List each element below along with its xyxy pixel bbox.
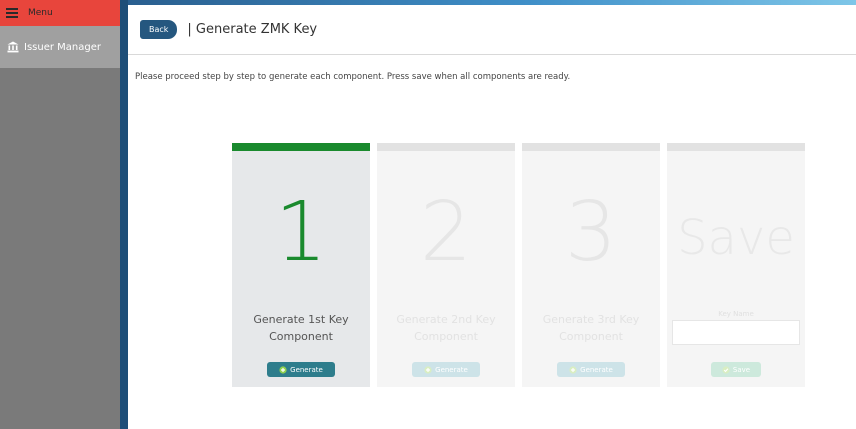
save-button[interactable]: Save xyxy=(711,362,761,377)
generate-button-label: Generate xyxy=(435,365,468,374)
save-button-label: Save xyxy=(732,365,751,374)
key-name-label: Key Name xyxy=(718,310,754,318)
save-step-title: Save xyxy=(677,210,795,266)
sidebar-divider xyxy=(120,0,128,429)
add-key-icon xyxy=(569,365,577,374)
step-caption-line2: Component xyxy=(269,330,333,343)
step-cards: 1 Generate 1st Key Component Generate 2 … xyxy=(232,143,805,387)
step-progress-bar xyxy=(232,143,370,151)
generate-button-1[interactable]: Generate xyxy=(267,362,335,377)
step-caption: Generate 2nd Key Component xyxy=(377,311,515,345)
step-card-1: 1 Generate 1st Key Component Generate xyxy=(232,143,370,387)
step-caption-line2: Component xyxy=(414,330,478,343)
step-progress-bar xyxy=(667,143,805,151)
key-name-input[interactable] xyxy=(672,320,800,345)
generate-button-2[interactable]: Generate xyxy=(412,362,480,377)
page-header: Back | Generate ZMK Key xyxy=(128,5,856,55)
step-caption-line1: Generate 1st Key xyxy=(253,313,349,326)
page-title: | Generate ZMK Key xyxy=(187,22,318,37)
step-progress-bar xyxy=(377,143,515,151)
step-card-3: 3 Generate 3rd Key Component Generate xyxy=(522,143,660,387)
step-caption-line2: Component xyxy=(559,330,623,343)
step-caption: Generate 3rd Key Component xyxy=(522,311,660,345)
menu-label: Menu xyxy=(28,8,53,18)
sidebar: Menu Issuer Manager xyxy=(0,0,120,429)
instructions-text: Please proceed step by step to generate … xyxy=(135,72,571,82)
step-caption-line1: Generate 3rd Key xyxy=(542,313,640,326)
step-number: 3 xyxy=(564,185,618,280)
step-card-2: 2 Generate 2nd Key Component Generate xyxy=(377,143,515,387)
bank-icon xyxy=(6,41,19,54)
back-button[interactable]: Back xyxy=(140,20,178,39)
add-key-icon xyxy=(424,365,432,374)
sidebar-item-label: Issuer Manager xyxy=(24,41,101,53)
step-progress-bar xyxy=(522,143,660,151)
hamburger-icon xyxy=(6,8,18,18)
save-icon xyxy=(722,365,730,374)
sidebar-item-issuer-manager[interactable]: Issuer Manager xyxy=(0,26,120,68)
step-caption-line1: Generate 2nd Key xyxy=(396,313,496,326)
step-number: 1 xyxy=(274,185,328,280)
generate-button-label: Generate xyxy=(580,365,613,374)
menu-toggle[interactable]: Menu xyxy=(0,0,120,26)
step-number: 2 xyxy=(419,185,473,280)
generate-button-3[interactable]: Generate xyxy=(557,362,625,377)
step-caption: Generate 1st Key Component xyxy=(232,311,370,345)
step-card-save: Save Key Name Save xyxy=(667,143,805,387)
generate-button-label: Generate xyxy=(290,365,323,374)
add-key-icon xyxy=(279,365,287,374)
